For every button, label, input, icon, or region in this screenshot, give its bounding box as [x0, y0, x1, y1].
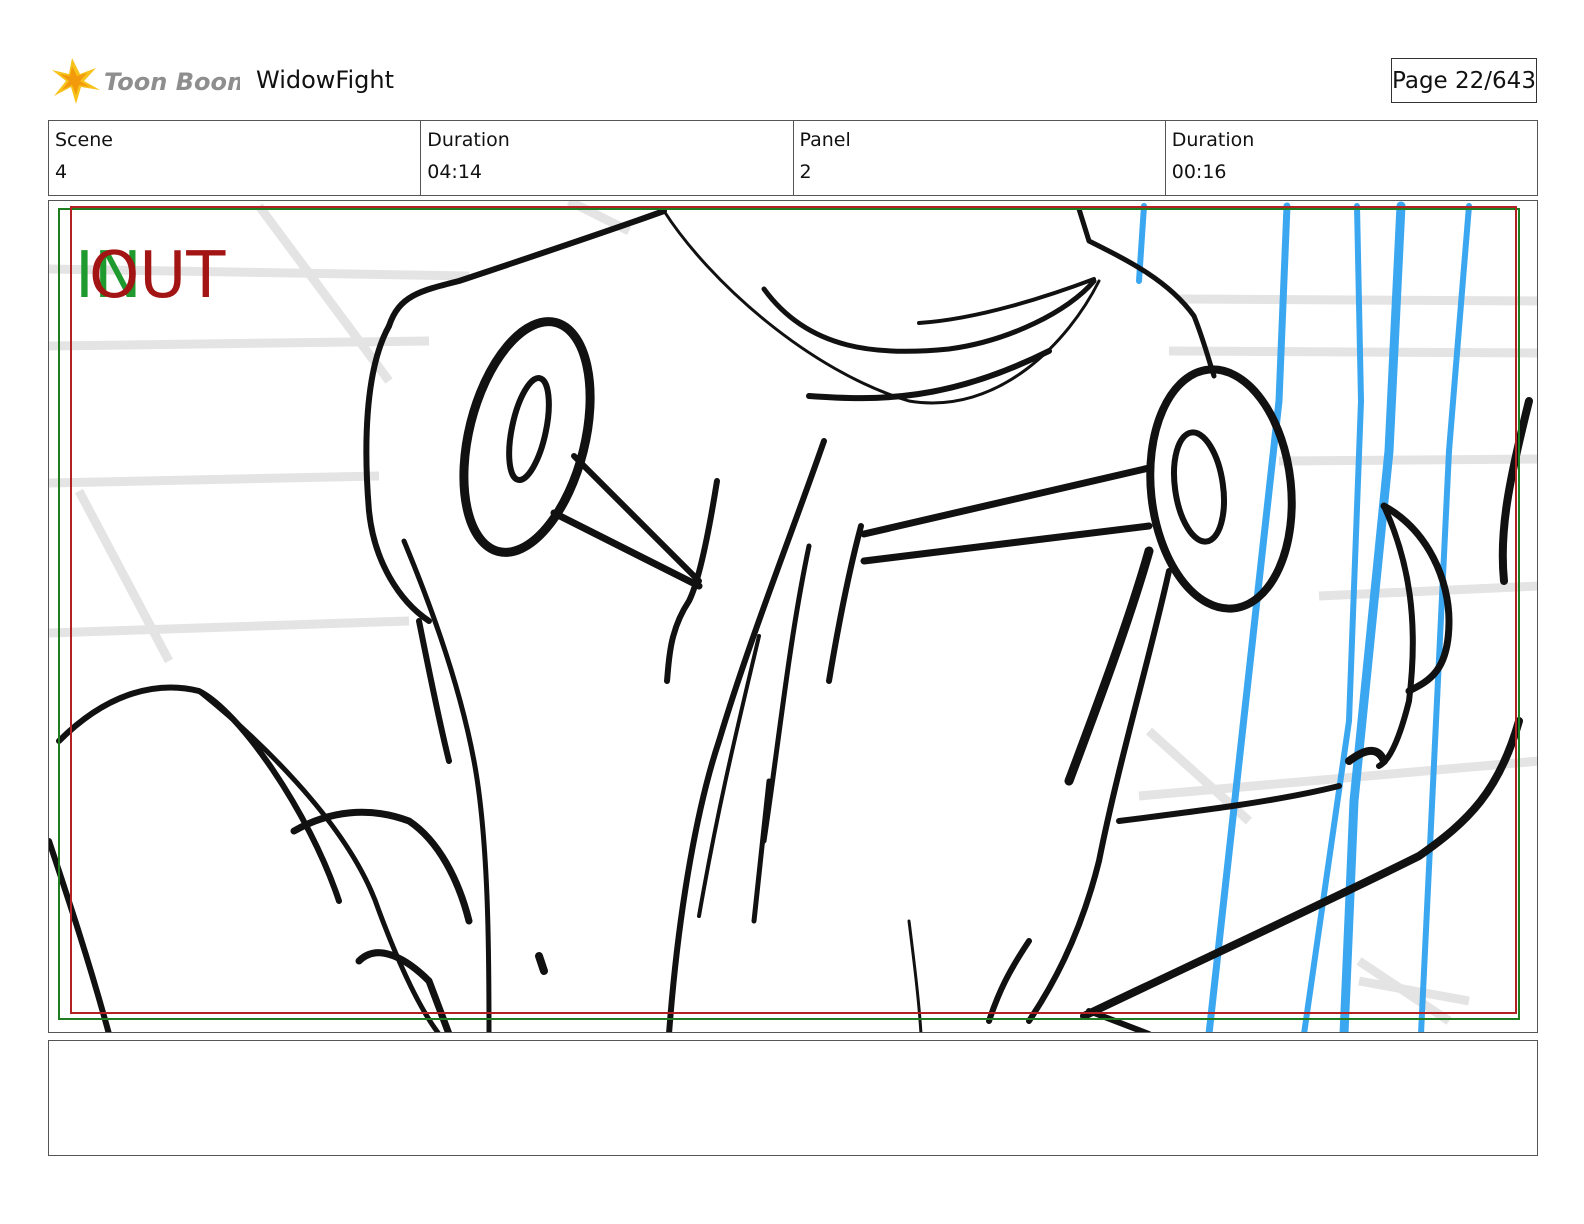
out-marker: OUT	[89, 239, 226, 313]
panel-sketch: IN OUT	[49, 201, 1537, 1032]
scene-value: 4	[55, 161, 68, 183]
panel-duration-label: Duration	[1171, 129, 1255, 151]
scene-cell: Scene 4	[49, 121, 422, 195]
scene-label: Scene	[55, 129, 113, 151]
project-title: WidowFight	[256, 66, 394, 94]
toon-boom-logo: Toon Boom	[50, 54, 252, 108]
storyboard-panel: IN OUT	[48, 200, 1538, 1033]
scene-duration-label: Duration	[427, 129, 510, 151]
panel-value: 2	[799, 161, 812, 183]
background-grid	[49, 201, 1537, 1025]
logo-text: Toon Boom	[104, 68, 240, 96]
page-label: Page	[1392, 67, 1448, 94]
page-counter: Page 22/643	[1391, 58, 1537, 103]
sun-burst-icon	[52, 58, 100, 104]
character-sketch	[49, 206, 1533, 1032]
scene-duration-cell: Duration 04:14	[421, 121, 794, 195]
panel-label: Panel	[799, 129, 851, 151]
safe-frame-red	[70, 206, 1517, 1014]
panel-duration-cell: Duration 00:16	[1166, 121, 1537, 195]
scene-duration-value: 04:14	[427, 161, 483, 183]
panel-notes-box	[48, 1040, 1538, 1156]
page-value: 22/643	[1455, 67, 1536, 94]
panel-duration-value: 00:16	[1171, 161, 1227, 183]
scene-info-table: Scene 4 Duration 04:14 Panel 2 Duration …	[48, 120, 1538, 196]
panel-cell: Panel 2	[794, 121, 1166, 195]
safe-frame-green	[58, 208, 1520, 1020]
